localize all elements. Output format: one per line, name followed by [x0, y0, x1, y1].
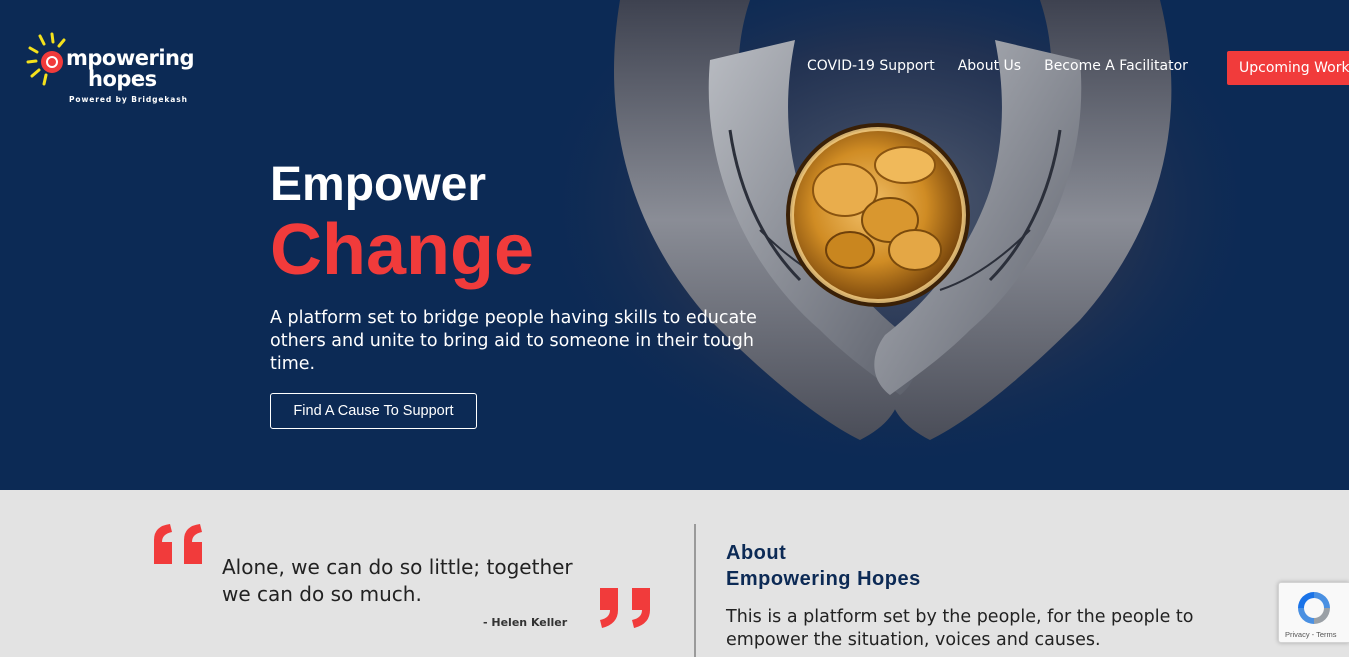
nav-covid-support[interactable]: COVID-19 Support	[807, 58, 935, 74]
nav-about-us[interactable]: About Us	[958, 58, 1021, 74]
find-cause-button[interactable]: Find A Cause To Support	[270, 393, 477, 429]
about-title-line1: About	[726, 542, 787, 564]
logo-word-hopes: hopes	[88, 67, 157, 91]
sun-logo-icon	[26, 32, 66, 86]
quote-text: Alone, we can do so little; together we …	[222, 555, 573, 606]
hero-title-empower: Empower	[270, 158, 487, 211]
about-title-line2: Empowering Hopes	[726, 568, 921, 590]
nav-become-facilitator[interactable]: Become A Facilitator	[1044, 58, 1188, 74]
about-description: This is a platform set by the people, fo…	[726, 607, 1194, 650]
empowering-hopes-logo[interactable]: mpowering hopes Powered by Bridgekash	[26, 28, 206, 108]
main-nav: COVID-19 Support About Us Become A Facil…	[807, 58, 1211, 74]
hero-description: A platform set to bridge people having s…	[270, 308, 757, 374]
logo-tagline: Powered by Bridgekash	[69, 95, 188, 104]
hero-title-change: Change	[270, 210, 535, 290]
about-title: About Empowering Hopes	[726, 540, 921, 592]
recaptcha-icon	[1298, 592, 1330, 624]
logo-word-empowering: mpowering	[66, 46, 195, 70]
recaptcha-terms[interactable]: Privacy - Terms	[1285, 630, 1337, 639]
upcoming-work-button[interactable]: Upcoming Work	[1227, 51, 1349, 85]
quote-author: - Helen Keller	[483, 616, 568, 629]
close-quote-icon	[600, 588, 650, 628]
open-quote-icon	[154, 524, 202, 564]
quote-about-section: Alone, we can do so little; together we …	[0, 490, 1349, 657]
hero-section: mpowering hopes Powered by Bridgekash CO…	[0, 0, 1349, 490]
section-divider	[694, 524, 696, 657]
recaptcha-badge[interactable]: Privacy - Terms	[1278, 582, 1349, 643]
